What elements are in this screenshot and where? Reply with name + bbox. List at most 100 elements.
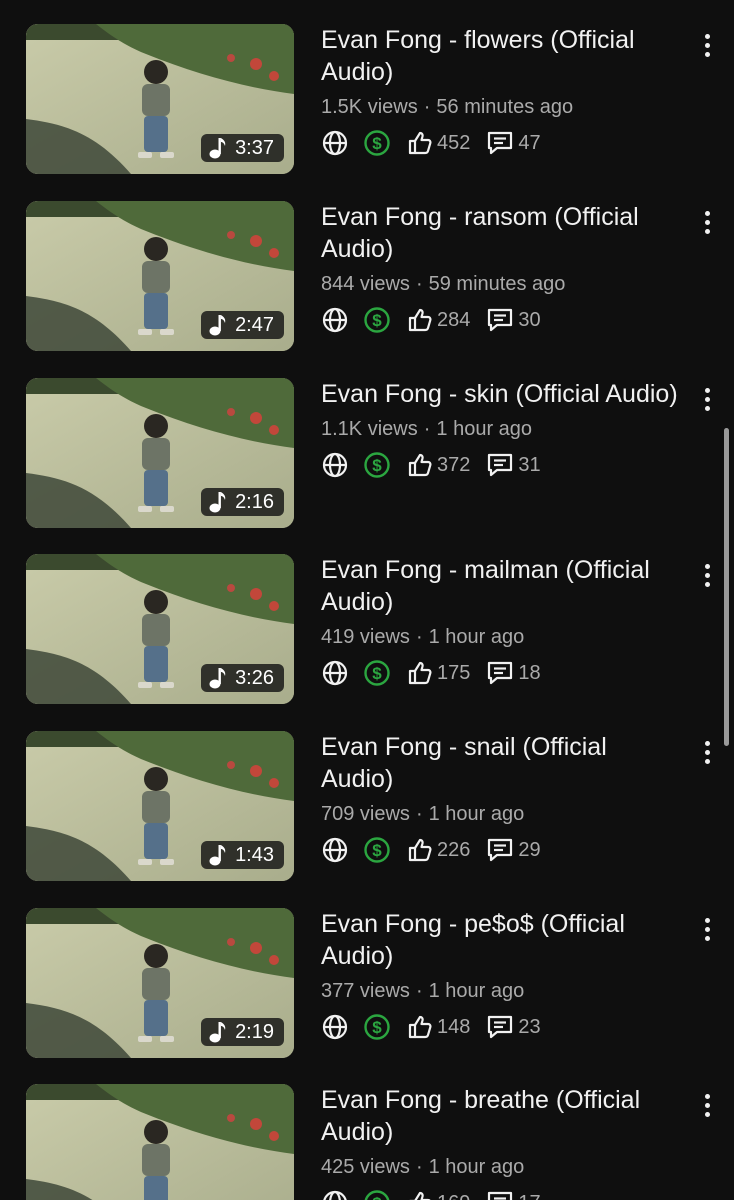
video-info: Evan Fong - pe$o$ (Official Audio) 377 v… bbox=[321, 908, 681, 1044]
video-stats: $ 452 47 bbox=[321, 126, 681, 160]
video-stats: $ 226 29 bbox=[321, 833, 681, 867]
thumbs-up-icon bbox=[408, 661, 432, 685]
svg-text:$: $ bbox=[372, 664, 382, 683]
video-title[interactable]: Evan Fong - ransom (Official Audio) bbox=[321, 201, 681, 265]
more-vert-icon[interactable] bbox=[697, 912, 717, 946]
duration-badge: 3:37 bbox=[201, 134, 284, 162]
duration-text: 2:47 bbox=[235, 313, 274, 336]
music-note-icon bbox=[209, 845, 226, 866]
meta-separator: · bbox=[415, 980, 423, 1002]
video-stats: $ 372 31 bbox=[321, 448, 681, 482]
video-title[interactable]: Evan Fong - skin (Official Audio) bbox=[321, 378, 681, 410]
video-thumbnail[interactable] bbox=[26, 1084, 294, 1200]
like-count-group: 148 bbox=[407, 1014, 470, 1040]
thumbs-up-icon bbox=[408, 308, 432, 332]
video-row[interactable]: Evan Fong - breathe (Official Audio) 425… bbox=[0, 1084, 734, 1200]
comment-icon bbox=[488, 1015, 513, 1039]
video-title[interactable]: Evan Fong - pe$o$ (Official Audio) bbox=[321, 908, 681, 972]
video-thumbnail[interactable]: 2:47 bbox=[26, 201, 294, 351]
video-info: Evan Fong - ransom (Official Audio) 844 … bbox=[321, 201, 681, 337]
meta-separator: · bbox=[415, 273, 423, 295]
meta-separator: · bbox=[423, 96, 431, 118]
video-title[interactable]: Evan Fong - flowers (Official Audio) bbox=[321, 24, 681, 88]
comment-count: 18 bbox=[518, 661, 541, 684]
thumbs-up-icon bbox=[408, 838, 432, 862]
meta-separator: · bbox=[415, 1156, 423, 1178]
more-vert-icon[interactable] bbox=[697, 735, 717, 769]
video-row[interactable]: 2:47 Evan Fong - ransom (Official Audio)… bbox=[0, 201, 734, 361]
more-vert-icon[interactable] bbox=[697, 558, 717, 592]
video-thumbnail[interactable]: 3:26 bbox=[26, 554, 294, 704]
duration-badge: 2:47 bbox=[201, 311, 284, 339]
upload-time: 1 hour ago bbox=[428, 803, 525, 825]
music-note-icon bbox=[209, 668, 226, 689]
duration-badge: 2:16 bbox=[201, 488, 284, 516]
upload-time: 1 hour ago bbox=[428, 980, 525, 1002]
video-info: Evan Fong - snail (Official Audio) 709 v… bbox=[321, 731, 681, 867]
duration-text: 3:26 bbox=[235, 666, 274, 689]
view-count: 709 views bbox=[321, 803, 410, 825]
like-count-group: 284 bbox=[407, 307, 470, 333]
video-thumbnail[interactable]: 3:37 bbox=[26, 24, 294, 174]
like-count-group: 372 bbox=[407, 452, 470, 478]
like-count: 284 bbox=[437, 308, 471, 331]
video-stats: $ 284 30 bbox=[321, 303, 681, 337]
duration-text: 2:16 bbox=[235, 490, 274, 513]
view-count: 844 views bbox=[321, 273, 410, 295]
like-count: 226 bbox=[437, 838, 471, 861]
more-vert-icon[interactable] bbox=[697, 382, 717, 416]
like-count-group: 452 bbox=[407, 130, 470, 156]
globe-icon bbox=[321, 1189, 349, 1200]
thumbs-up-icon bbox=[408, 131, 432, 155]
duration-text: 2:19 bbox=[235, 1020, 274, 1043]
video-row[interactable]: 2:19 Evan Fong - pe$o$ (Official Audio) … bbox=[0, 908, 734, 1068]
globe-icon bbox=[321, 306, 349, 334]
comment-count: 31 bbox=[518, 453, 541, 476]
upload-time: 59 minutes ago bbox=[428, 273, 566, 295]
video-stats: $ 175 18 bbox=[321, 656, 681, 690]
video-row[interactable]: 3:37 Evan Fong - flowers (Official Audio… bbox=[0, 24, 734, 184]
video-thumbnail[interactable]: 2:16 bbox=[26, 378, 294, 528]
upload-time: 1 hour ago bbox=[436, 418, 533, 440]
like-count: 148 bbox=[437, 1015, 471, 1038]
duration-text: 1:43 bbox=[235, 843, 274, 866]
scrollbar[interactable] bbox=[724, 428, 729, 746]
video-row[interactable]: 3:26 Evan Fong - mailman (Official Audio… bbox=[0, 554, 734, 714]
comment-count: 47 bbox=[518, 131, 541, 154]
video-title[interactable]: Evan Fong - snail (Official Audio) bbox=[321, 731, 681, 795]
like-count: 372 bbox=[437, 453, 471, 476]
globe-icon bbox=[321, 659, 349, 687]
more-vert-icon[interactable] bbox=[697, 205, 717, 239]
like-count-group: 169 bbox=[407, 1190, 470, 1200]
comment-count: 17 bbox=[518, 1192, 540, 1200]
thumbs-up-icon bbox=[408, 1015, 432, 1039]
globe-icon bbox=[321, 836, 349, 864]
comment-count-group: 29 bbox=[486, 837, 541, 863]
svg-text:$: $ bbox=[372, 1018, 382, 1037]
more-vert-icon[interactable] bbox=[697, 28, 717, 62]
music-note-icon bbox=[209, 138, 226, 159]
svg-text:$: $ bbox=[372, 134, 382, 153]
comment-icon bbox=[488, 661, 513, 685]
more-vert-icon[interactable] bbox=[697, 1088, 717, 1122]
video-title[interactable]: Evan Fong - mailman (Official Audio) bbox=[321, 554, 681, 618]
video-thumbnail[interactable]: 1:43 bbox=[26, 731, 294, 881]
video-meta: 844 views · 59 minutes ago bbox=[321, 271, 681, 297]
video-meta: 419 views · 1 hour ago bbox=[321, 624, 681, 650]
video-row[interactable]: 2:16 Evan Fong - skin (Official Audio) 1… bbox=[0, 378, 734, 538]
dollar-icon: $ bbox=[363, 1013, 391, 1041]
video-info: Evan Fong - flowers (Official Audio) 1.5… bbox=[321, 24, 681, 160]
video-title[interactable]: Evan Fong - breathe (Official Audio) bbox=[321, 1084, 681, 1148]
comment-count: 30 bbox=[518, 308, 541, 331]
dollar-icon: $ bbox=[363, 129, 391, 157]
svg-text:$: $ bbox=[372, 456, 382, 475]
like-count: 169 bbox=[437, 1192, 470, 1200]
globe-icon bbox=[321, 129, 349, 157]
video-row[interactable]: 1:43 Evan Fong - snail (Official Audio) … bbox=[0, 731, 734, 891]
comment-icon bbox=[488, 1191, 513, 1200]
view-count: 1.5K views bbox=[321, 96, 418, 118]
dollar-icon: $ bbox=[363, 1189, 391, 1200]
meta-separator: · bbox=[415, 626, 423, 648]
view-count: 1.1K views bbox=[321, 418, 418, 440]
video-thumbnail[interactable]: 2:19 bbox=[26, 908, 294, 1058]
